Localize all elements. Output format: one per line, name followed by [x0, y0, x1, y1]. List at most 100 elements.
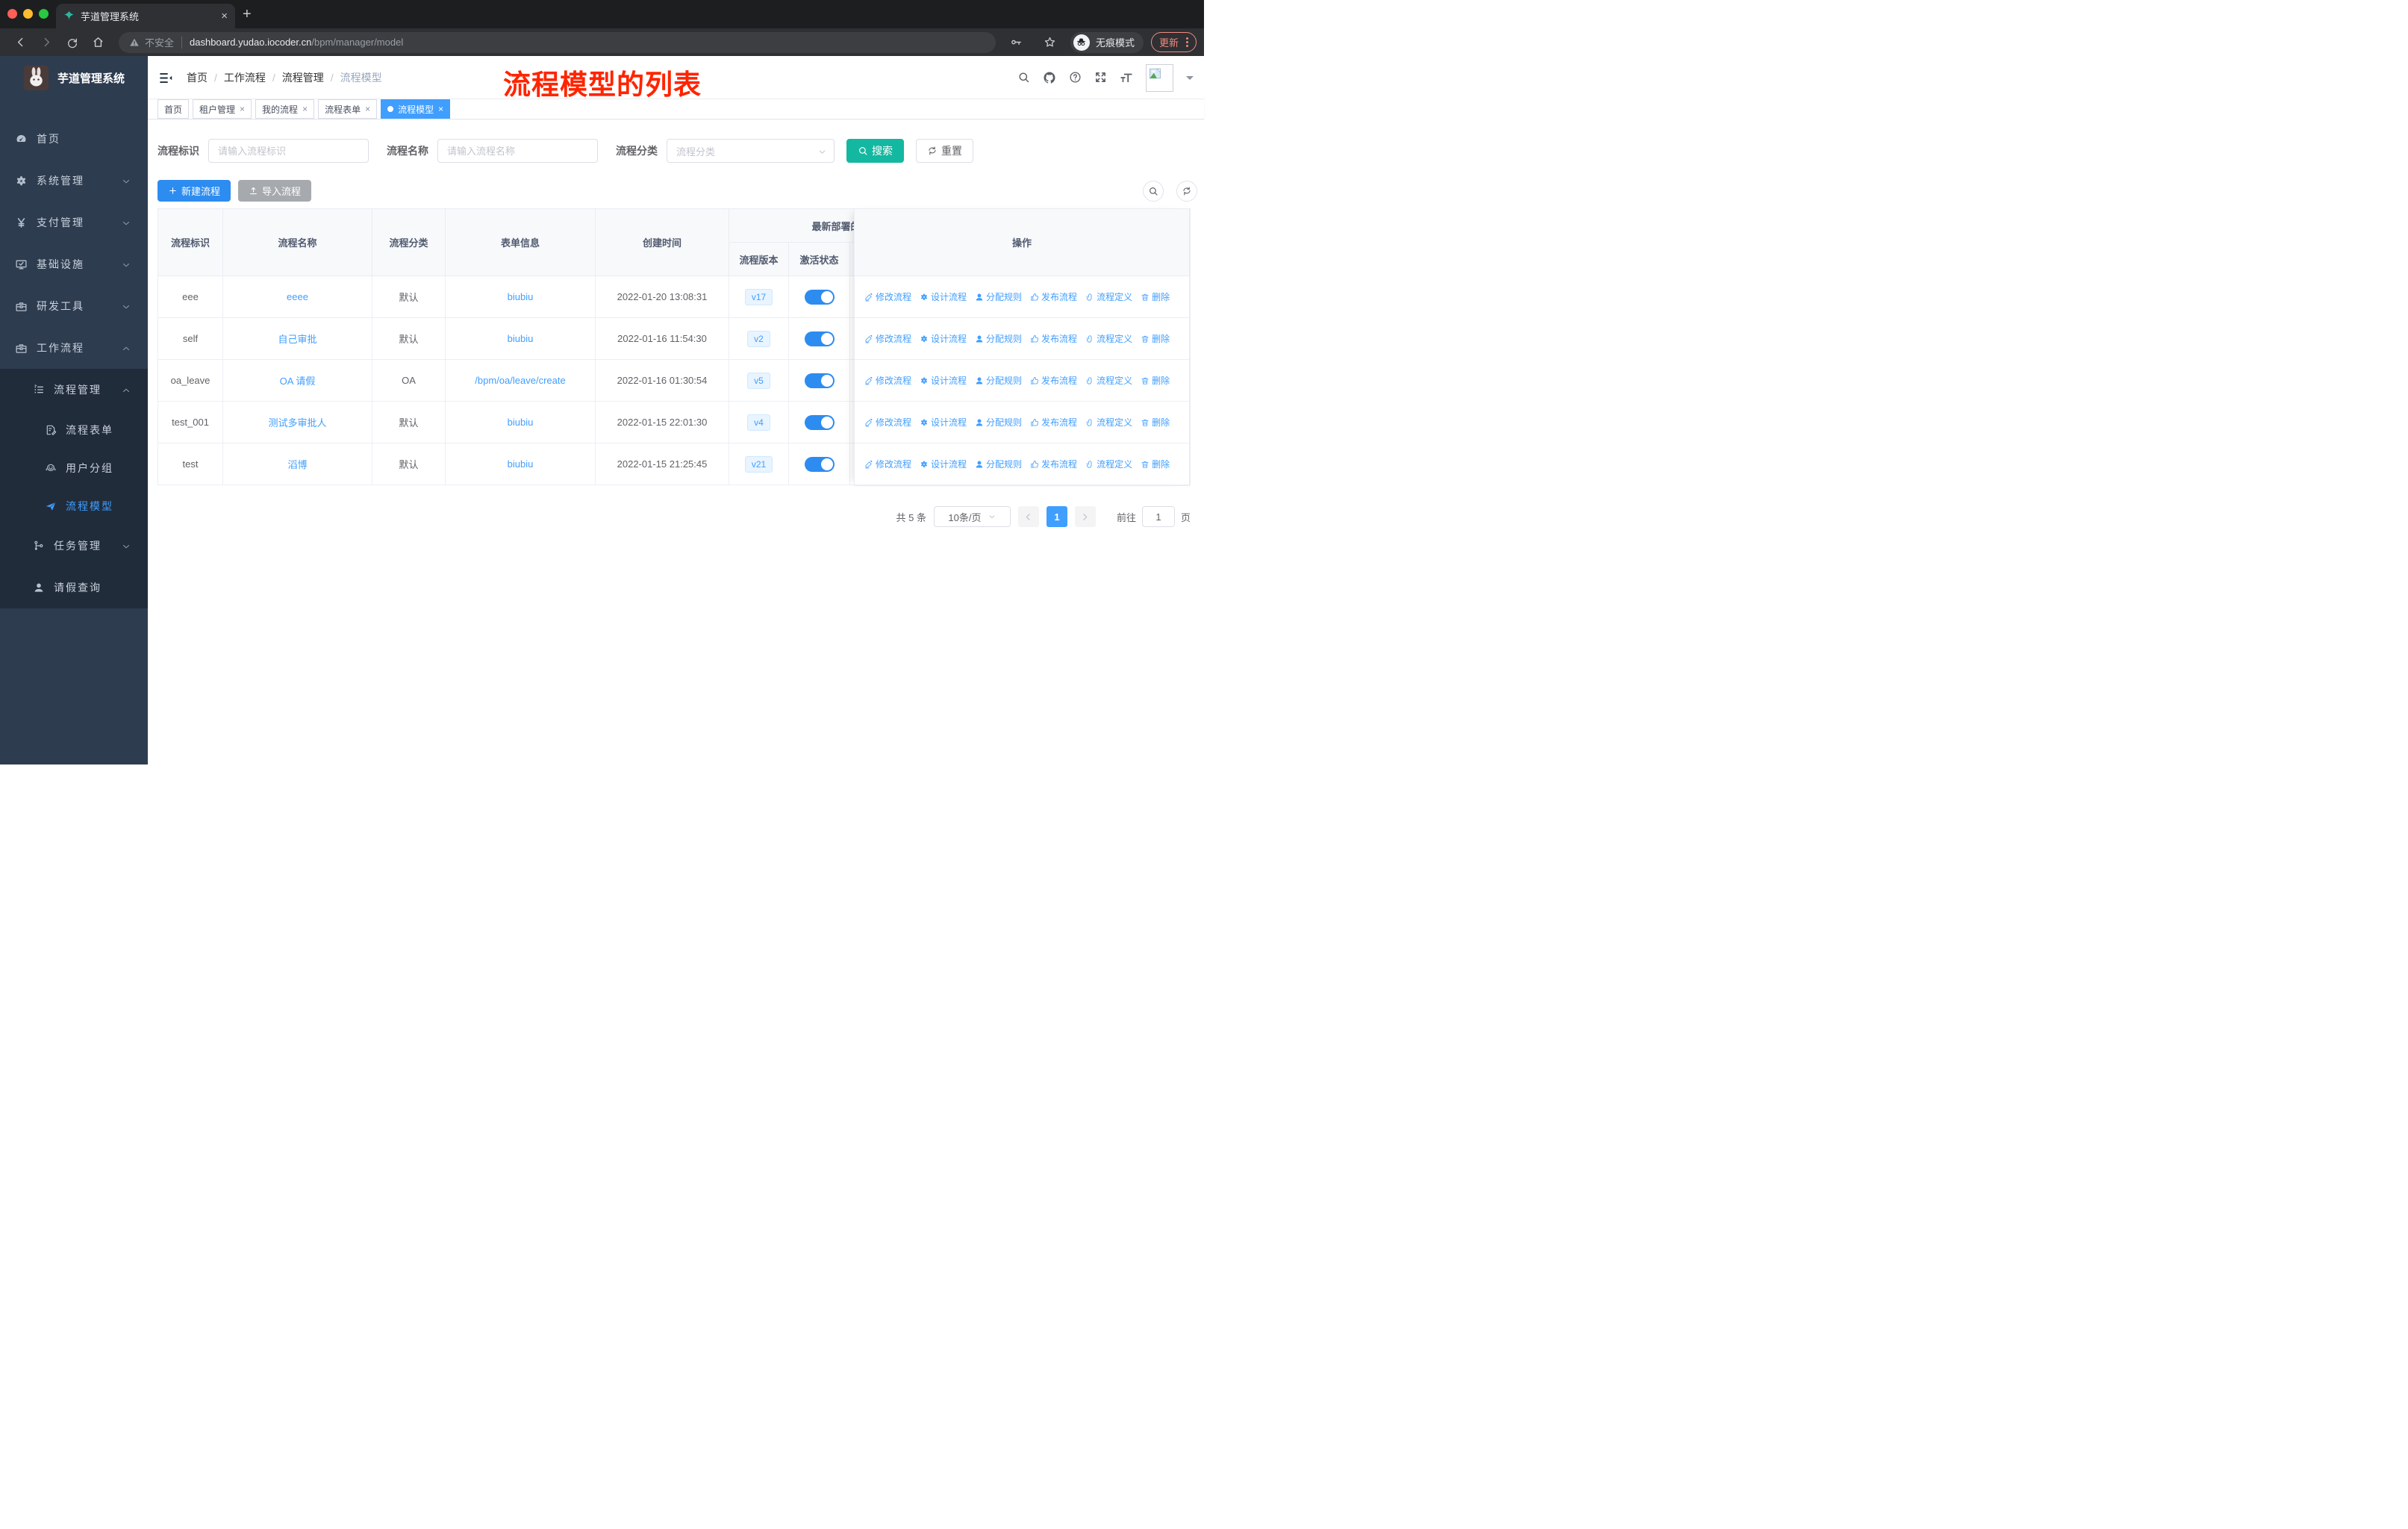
cell-name-link[interactable]: 测试多审批人: [223, 402, 372, 443]
cell-name-link[interactable]: 滔博: [223, 443, 372, 485]
sidebar-item-payment[interactable]: 支付管理: [0, 202, 148, 243]
tag-tenant[interactable]: 租户管理 ×: [193, 99, 252, 119]
sidebar-item-process-model[interactable]: 流程模型: [0, 487, 148, 525]
tag-process-form[interactable]: 流程表单 ×: [318, 99, 378, 119]
forward-button[interactable]: [40, 36, 53, 49]
sidebar-item-task-management[interactable]: 任务管理: [0, 525, 148, 567]
refresh-table-button[interactable]: [1176, 181, 1197, 202]
delete-action[interactable]: 删除: [1141, 332, 1170, 345]
assign-rule-action[interactable]: 分配规则: [975, 374, 1022, 387]
github-icon[interactable]: [1043, 71, 1056, 84]
modify-process-action[interactable]: 修改流程: [864, 332, 911, 345]
version-badge[interactable]: v5: [747, 372, 770, 389]
version-badge[interactable]: v4: [747, 414, 770, 431]
process-definition-action[interactable]: 流程定义: [1085, 416, 1132, 429]
hamburger-icon[interactable]: [158, 71, 172, 85]
assign-rule-action[interactable]: 分配规则: [975, 290, 1022, 303]
publish-process-action[interactable]: 发布流程: [1030, 458, 1077, 470]
modify-process-action[interactable]: 修改流程: [864, 374, 911, 387]
reload-button[interactable]: [66, 37, 78, 49]
publish-process-action[interactable]: 发布流程: [1030, 332, 1077, 345]
close-window-button[interactable]: [7, 9, 17, 19]
cell-form-link[interactable]: biubiu: [446, 318, 596, 360]
sidebar-item-process-form[interactable]: 流程表单: [0, 411, 148, 449]
publish-process-action[interactable]: 发布流程: [1030, 290, 1077, 303]
assign-rule-action[interactable]: 分配规则: [975, 332, 1022, 345]
browser-tab[interactable]: 芋道管理系统 ×: [56, 4, 235, 28]
process-definition-action[interactable]: 流程定义: [1085, 458, 1132, 470]
delete-action[interactable]: 删除: [1141, 374, 1170, 387]
design-process-action[interactable]: 设计流程: [920, 290, 967, 303]
version-badge[interactable]: v21: [744, 455, 773, 473]
update-button[interactable]: 更新: [1150, 32, 1197, 52]
browser-menu-icon[interactable]: [1186, 37, 1188, 47]
sidebar-item-workflow[interactable]: 工作流程: [0, 327, 148, 369]
new-tab-button[interactable]: +: [243, 7, 252, 22]
publish-process-action[interactable]: 发布流程: [1030, 416, 1077, 429]
fullscreen-icon[interactable]: [1094, 71, 1107, 84]
delete-action[interactable]: 删除: [1141, 290, 1170, 303]
modify-process-action[interactable]: 修改流程: [864, 290, 911, 303]
sidebar-item-user-group[interactable]: 用户分组: [0, 449, 148, 487]
design-process-action[interactable]: 设计流程: [920, 332, 967, 345]
version-badge[interactable]: v17: [744, 288, 773, 305]
delete-action[interactable]: 删除: [1141, 416, 1170, 429]
cell-form-link[interactable]: biubiu: [446, 443, 596, 485]
minimize-window-button[interactable]: [23, 9, 33, 19]
url-bar[interactable]: 不安全 dashboard.yudao.iocoder.cn/bpm/manag…: [119, 31, 996, 53]
breadcrumb-workflow[interactable]: 工作流程: [224, 70, 266, 85]
assign-rule-action[interactable]: 分配规则: [975, 458, 1022, 470]
process-name-input[interactable]: [437, 139, 598, 163]
search-button[interactable]: 搜索: [846, 139, 904, 163]
close-icon[interactable]: ×: [365, 104, 370, 114]
sidebar-item-leave-query[interactable]: 请假查询: [0, 567, 148, 608]
publish-process-action[interactable]: 发布流程: [1030, 374, 1077, 387]
sidebar-item-devtools[interactable]: 研发工具: [0, 285, 148, 327]
breadcrumb-home[interactable]: 首页: [187, 70, 208, 85]
update-label[interactable]: 更新: [1159, 35, 1179, 49]
next-page-button[interactable]: [1074, 506, 1096, 527]
app-logo-row[interactable]: 芋道管理系统: [0, 56, 148, 99]
process-key-input[interactable]: [208, 139, 369, 163]
help-icon[interactable]: [1069, 71, 1082, 84]
page-size-select[interactable]: 10条/页: [933, 506, 1011, 527]
design-process-action[interactable]: 设计流程: [920, 416, 967, 429]
home-button[interactable]: [92, 36, 105, 49]
active-toggle[interactable]: [804, 289, 835, 305]
active-toggle[interactable]: [804, 373, 835, 388]
create-process-button[interactable]: 新建流程: [157, 180, 231, 202]
assign-rule-action[interactable]: 分配规则: [975, 416, 1022, 429]
version-badge[interactable]: v2: [747, 330, 770, 347]
window-controls[interactable]: [7, 9, 49, 19]
maximize-window-button[interactable]: [39, 9, 49, 19]
tag-my-process[interactable]: 我的流程 ×: [255, 99, 315, 119]
goto-page-input[interactable]: [1141, 506, 1175, 527]
tag-home[interactable]: 首页: [157, 99, 190, 119]
security-label[interactable]: 不安全: [145, 35, 174, 49]
cell-form-link[interactable]: biubiu: [446, 276, 596, 318]
active-toggle[interactable]: [804, 331, 835, 346]
key-icon[interactable]: [1010, 36, 1023, 49]
process-definition-action[interactable]: 流程定义: [1085, 374, 1132, 387]
category-select[interactable]: 流程分类: [667, 139, 835, 163]
current-page-button[interactable]: 1: [1046, 506, 1067, 527]
sidebar-item-process-management[interactable]: 流程管理: [0, 369, 148, 411]
sidebar-item-infrastructure[interactable]: 基础设施: [0, 243, 148, 285]
back-button[interactable]: [14, 36, 27, 49]
cell-name-link[interactable]: OA 请假: [223, 360, 372, 402]
sidebar-item-home[interactable]: 首页: [0, 118, 148, 160]
design-process-action[interactable]: 设计流程: [920, 374, 967, 387]
avatar[interactable]: [1146, 63, 1173, 92]
avatar-caret-icon[interactable]: [1186, 75, 1194, 84]
reset-button[interactable]: 重置: [916, 139, 973, 163]
breadcrumb-process-management[interactable]: 流程管理: [282, 70, 324, 85]
cell-form-link[interactable]: /bpm/oa/leave/create: [446, 360, 596, 402]
close-icon[interactable]: ×: [302, 104, 308, 114]
tag-process-model[interactable]: 流程模型 ×: [381, 99, 451, 119]
import-process-button[interactable]: 导入流程: [238, 180, 312, 202]
delete-action[interactable]: 删除: [1141, 458, 1170, 470]
close-icon[interactable]: ×: [240, 104, 245, 114]
close-icon[interactable]: ×: [438, 104, 443, 114]
cell-name-link[interactable]: eeee: [223, 276, 372, 318]
active-toggle[interactable]: [804, 414, 835, 430]
